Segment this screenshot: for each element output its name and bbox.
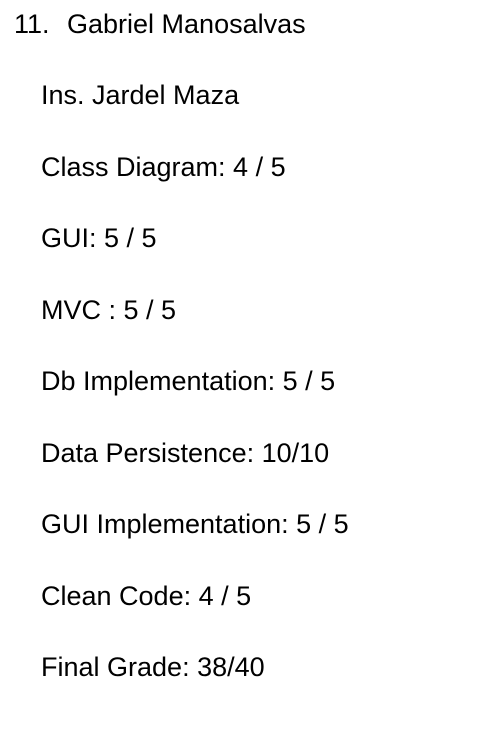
- grade-gui-implementation: GUI Implementation: 5 / 5: [41, 509, 349, 539]
- student-heading: 11. Gabriel Manosalvas: [14, 8, 306, 40]
- student-name: Gabriel Manosalvas: [67, 9, 306, 39]
- list-number: 11.: [14, 9, 50, 39]
- instructor-name: Ins. Jardel Maza: [41, 80, 240, 110]
- grade-document: 11. Gabriel Manosalvas Ins. Jardel Maza C…: [0, 0, 485, 749]
- grade-gui: GUI: 5 / 5: [41, 223, 157, 253]
- grade-data-persistence: Data Persistence: 10/10: [41, 437, 330, 468]
- final-grade: Final Grade: 38/40: [41, 652, 265, 682]
- grade-lines: Ins. Jardel Maza Class Diagram: 4 / 5 GU…: [41, 79, 349, 723]
- grade-mvc: MVC : 5 / 5: [41, 294, 177, 325]
- grade-class-diagram: Class Diagram: 4 / 5: [41, 151, 286, 182]
- grade-clean-code: Clean Code: 4 / 5: [41, 580, 252, 611]
- grade-db-implementation: Db Implementation: 5 / 5: [41, 366, 336, 396]
